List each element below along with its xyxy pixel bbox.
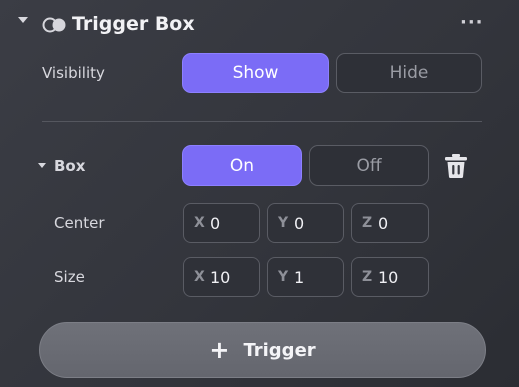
plus-icon: +	[209, 336, 230, 364]
x-axis-label: X	[194, 215, 205, 231]
center-label: Center	[54, 214, 105, 232]
z-axis-label: Z	[362, 215, 373, 231]
add-trigger-button[interactable]: + Trigger	[39, 322, 486, 378]
size-y-field[interactable]: Y 1	[267, 257, 344, 297]
size-z-value: 10	[378, 267, 399, 287]
divider	[42, 121, 482, 122]
hide-button[interactable]: Hide	[336, 53, 482, 93]
z-axis-label: Z	[362, 269, 373, 285]
center-x-value: 0	[210, 213, 221, 233]
section-title: Trigger Box	[72, 13, 195, 35]
box-label: Box	[54, 157, 86, 175]
show-button[interactable]: Show	[182, 53, 329, 93]
size-label: Size	[54, 268, 85, 286]
size-z-field[interactable]: Z 10	[351, 257, 429, 297]
trigger-box-icon	[42, 17, 66, 33]
box-on-button[interactable]: On	[182, 145, 302, 186]
center-z-value: 0	[378, 213, 389, 233]
y-axis-label: Y	[278, 269, 289, 285]
center-z-field[interactable]: Z 0	[351, 203, 429, 243]
collapse-caret-icon[interactable]	[18, 17, 28, 23]
box-collapse-caret-icon[interactable]	[38, 163, 46, 168]
more-options-icon[interactable]: ···	[460, 12, 484, 33]
visibility-label: Visibility	[42, 64, 105, 82]
center-x-field[interactable]: X 0	[183, 203, 260, 243]
y-axis-label: Y	[278, 215, 289, 231]
size-x-value: 10	[210, 267, 231, 287]
box-off-button[interactable]: Off	[309, 145, 429, 186]
delete-trash-icon[interactable]	[444, 153, 468, 179]
x-axis-label: X	[194, 269, 205, 285]
center-y-value: 0	[294, 213, 305, 233]
size-x-field[interactable]: X 10	[183, 257, 260, 297]
add-trigger-label: Trigger	[243, 339, 316, 361]
center-y-field[interactable]: Y 0	[267, 203, 344, 243]
size-y-value: 1	[294, 267, 305, 287]
